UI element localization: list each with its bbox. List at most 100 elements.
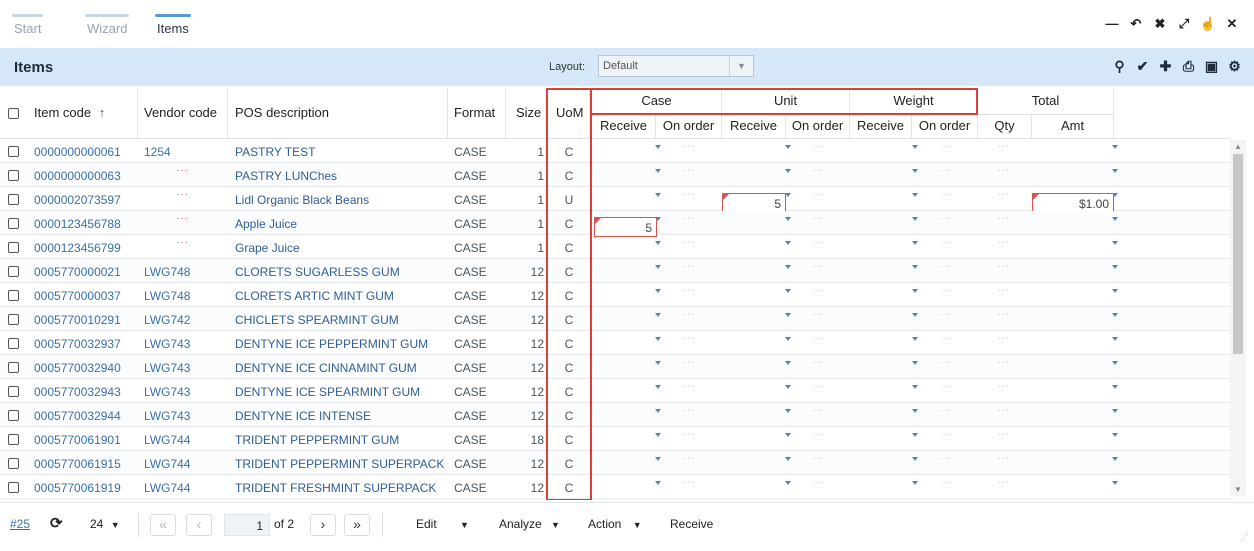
last-page-button[interactable]: » [344,514,370,536]
col-format[interactable]: Format [448,88,506,138]
pos-description-cell[interactable]: Apple Juice [235,217,297,231]
close-icon[interactable]: ✕ [1220,16,1244,32]
row-checkbox[interactable] [8,194,19,205]
wizard-step-items[interactable]: Items [155,14,191,38]
refresh-icon[interactable]: ⟳ [50,514,63,532]
case-receive-input[interactable]: 5 [594,217,657,237]
table-row[interactable]: 0000000000061 1254 PASTRY TEST CASE 1 C ··· ···… [0,139,1230,163]
table-row[interactable]: 0005770061901 LWG744 TRIDENT PEPPERMINT GU… [0,427,1230,451]
row-checkbox[interactable] [8,434,19,445]
pos-description-cell[interactable]: CHICLETS SPEARMINT GUM [235,313,399,327]
col-case-receive[interactable]: Receive [592,114,656,138]
item-code-cell[interactable]: 0005770010291 [34,313,121,327]
col-size[interactable]: Size [506,88,548,138]
item-code-cell[interactable]: 0005770061915 [34,457,121,471]
wizard-step-wizard[interactable]: Wizard [84,14,130,38]
row-checkbox[interactable] [8,170,19,181]
scroll-up-icon[interactable]: ▲ [1234,142,1242,151]
item-code-cell[interactable]: 0005770032937 [34,337,121,351]
check-icon[interactable]: ✔ [1131,58,1154,75]
table-row[interactable]: 0000000000063 ··· PASTRY LUNChes CASE 1 C ··· ·… [0,163,1230,187]
chevron-down-icon[interactable]: ▼ [729,56,753,76]
item-code-cell[interactable]: 0005770032940 [34,361,121,375]
col-case-on-order[interactable]: On order [656,114,722,138]
table-row[interactable]: 0005770032937 LWG743 DENTYNE ICE PEPPERMIN… [0,331,1230,355]
table-row[interactable]: 0005770000021 LWG748 CLORETS SUGARLESS GUM… [0,259,1230,283]
row-checkbox[interactable] [8,290,19,301]
item-code-cell[interactable]: 0000002073597 [34,193,121,207]
pos-description-cell[interactable]: TRIDENT PEPPERMINT GUM [235,433,399,447]
table-row[interactable]: 0000123456799 ··· Grape Juice CASE 1 C ··· ··· ·… [0,235,1230,259]
pos-description-cell[interactable]: Lidl Organic Black Beans [235,193,369,207]
pos-description-cell[interactable]: DENTYNE ICE CINNAMINT GUM [235,361,417,375]
first-page-button[interactable]: « [150,514,176,536]
unit-receive-input[interactable]: 5 [722,193,786,213]
pos-description-cell[interactable]: PASTRY TEST [235,145,315,159]
scroll-thumb[interactable] [1233,154,1243,354]
pos-description-cell[interactable]: DENTYNE ICE INTENSE [235,409,371,423]
col-unit-receive[interactable]: Receive [722,114,786,138]
wizard-step-start[interactable]: Start [11,14,44,38]
pos-description-cell[interactable]: DENTYNE ICE SPEARMINT GUM [235,385,420,399]
resize-grip-icon[interactable]: ⋰ [1240,533,1248,542]
table-row[interactable]: 0005770061919 LWG744 TRIDENT FRESHMINT SUP… [0,475,1230,499]
page-size-select[interactable]: 24 ▼ [90,517,120,531]
row-checkbox[interactable] [8,386,19,397]
item-code-cell[interactable]: 0005770061901 [34,433,121,447]
item-code-cell[interactable]: 0005770061919 [34,481,121,495]
analyze-menu[interactable]: Analyze ▼ [499,517,560,531]
table-row[interactable]: 0000002073597 ··· Lidl Organic Black Beans… [0,187,1230,213]
scroll-down-icon[interactable]: ▼ [1234,485,1242,494]
item-code-cell[interactable]: 0000000000061 [34,145,121,159]
plus-icon[interactable]: ✚ [1154,58,1177,75]
page-number-input[interactable]: 1 [224,514,270,536]
pos-description-cell[interactable]: Grape Juice [235,241,300,255]
select-all-checkbox[interactable] [8,108,19,119]
undo-icon[interactable]: ↶ [1124,16,1148,32]
col-weight-receive[interactable]: Receive [850,114,912,138]
row-checkbox[interactable] [8,410,19,421]
col-vendor-code[interactable]: Vendor code [138,88,228,138]
prev-page-button[interactable]: ‹ [186,514,212,536]
item-code-cell[interactable]: 0005770000021 [34,265,121,279]
item-code-cell[interactable]: 0000000000063 [34,169,121,183]
excel-icon[interactable]: ▣ [1200,58,1223,75]
item-code-cell[interactable]: 0000123456799 [34,241,121,255]
search-icon[interactable]: ⚲ [1108,58,1131,75]
row-checkbox[interactable] [8,242,19,253]
pos-description-cell[interactable]: CLORETS ARTIC MINT GUM [235,289,394,303]
row-checkbox[interactable] [8,482,19,493]
pos-description-cell[interactable]: CLORETS SUGARLESS GUM [235,265,400,279]
row-checkbox[interactable] [8,146,19,157]
action-menu[interactable]: Action ▼ [588,517,642,531]
row-checkbox[interactable] [8,458,19,469]
table-row[interactable]: 0005770032943 LWG743 DENTYNE ICE SPEARMINT… [0,379,1230,403]
table-row[interactable]: 0005770010291 LWG742 CHICLETS SPEARMINT GU… [0,307,1230,331]
receive-button[interactable]: Receive [670,517,713,531]
pos-description-cell[interactable]: TRIDENT PEPPERMINT SUPERPACK [235,457,444,471]
col-unit-on-order[interactable]: On order [786,114,850,138]
expand-icon[interactable]: ⤢ [1172,16,1196,32]
item-code-cell[interactable]: 0005770000037 [34,289,121,303]
table-row[interactable]: 0005770032940 LWG743 DENTYNE ICE CINNAMINT… [0,355,1230,379]
row-checkbox[interactable] [8,338,19,349]
total-amt-input[interactable]: $1.00 [1032,193,1114,213]
col-item-code[interactable]: Item code ↑ [26,88,138,138]
pointer-icon[interactable]: ☝ [1196,16,1220,32]
item-code-cell[interactable]: 0000123456788 [34,217,121,231]
col-total-amt[interactable]: Amt [1032,114,1114,138]
table-row[interactable]: 0005770000037 LWG748 CLORETS ARTIC MINT GU… [0,283,1230,307]
next-page-button[interactable]: › [310,514,336,536]
table-row[interactable]: 0000123456788 ··· Apple Juice CASE 1 C ··· ··· ·… [0,211,1230,237]
row-checkbox[interactable] [8,362,19,373]
col-weight-on-order[interactable]: On order [912,114,978,138]
col-pos-description[interactable]: POS description [228,88,448,138]
row-checkbox[interactable] [8,218,19,229]
row-checkbox[interactable] [8,266,19,277]
collapse-icon[interactable]: ✖ [1148,16,1172,32]
table-row[interactable]: 0005770032944 LWG743 DENTYNE ICE INTENSE CA… [0,403,1230,427]
vertical-scrollbar[interactable]: ▲ ▼ [1230,140,1246,496]
pos-description-cell[interactable]: TRIDENT FRESHMINT SUPERPACK [235,481,436,495]
layout-select[interactable]: Default ▼ [598,55,754,77]
item-code-cell[interactable]: 0005770032944 [34,409,121,423]
